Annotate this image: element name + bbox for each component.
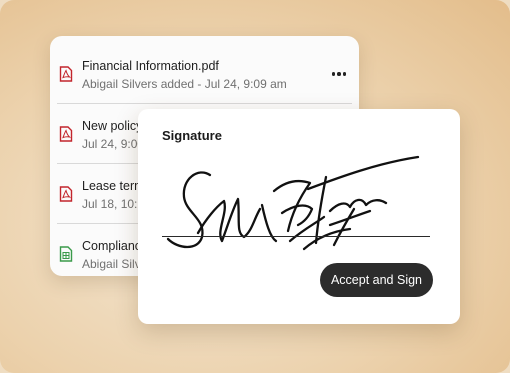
signature-drawing[interactable] [158, 147, 438, 272]
file-name: Lease term [82, 179, 145, 193]
file-name: New policy [82, 119, 143, 133]
accept-and-sign-button[interactable]: Accept and Sign [320, 263, 433, 297]
pdf-icon [59, 126, 73, 142]
file-meta: Jul 24, 9:00 [82, 137, 145, 151]
more-horizontal-icon[interactable] [329, 66, 349, 82]
signature-baseline [162, 236, 430, 237]
spreadsheet-icon [59, 246, 73, 262]
file-meta: Jul 18, 10:2 [82, 197, 145, 211]
file-name: Financial Information.pdf [82, 59, 219, 73]
signature-title: Signature [162, 128, 222, 143]
file-meta: Abigail Silvers added - Jul 24, 9:09 am [82, 77, 287, 91]
pdf-icon [59, 186, 73, 202]
file-row-financial-information[interactable]: Financial Information.pdf Abigail Silver… [50, 44, 359, 104]
signature-panel: Signature Accept and Sign [138, 109, 460, 324]
pdf-icon [59, 66, 73, 82]
